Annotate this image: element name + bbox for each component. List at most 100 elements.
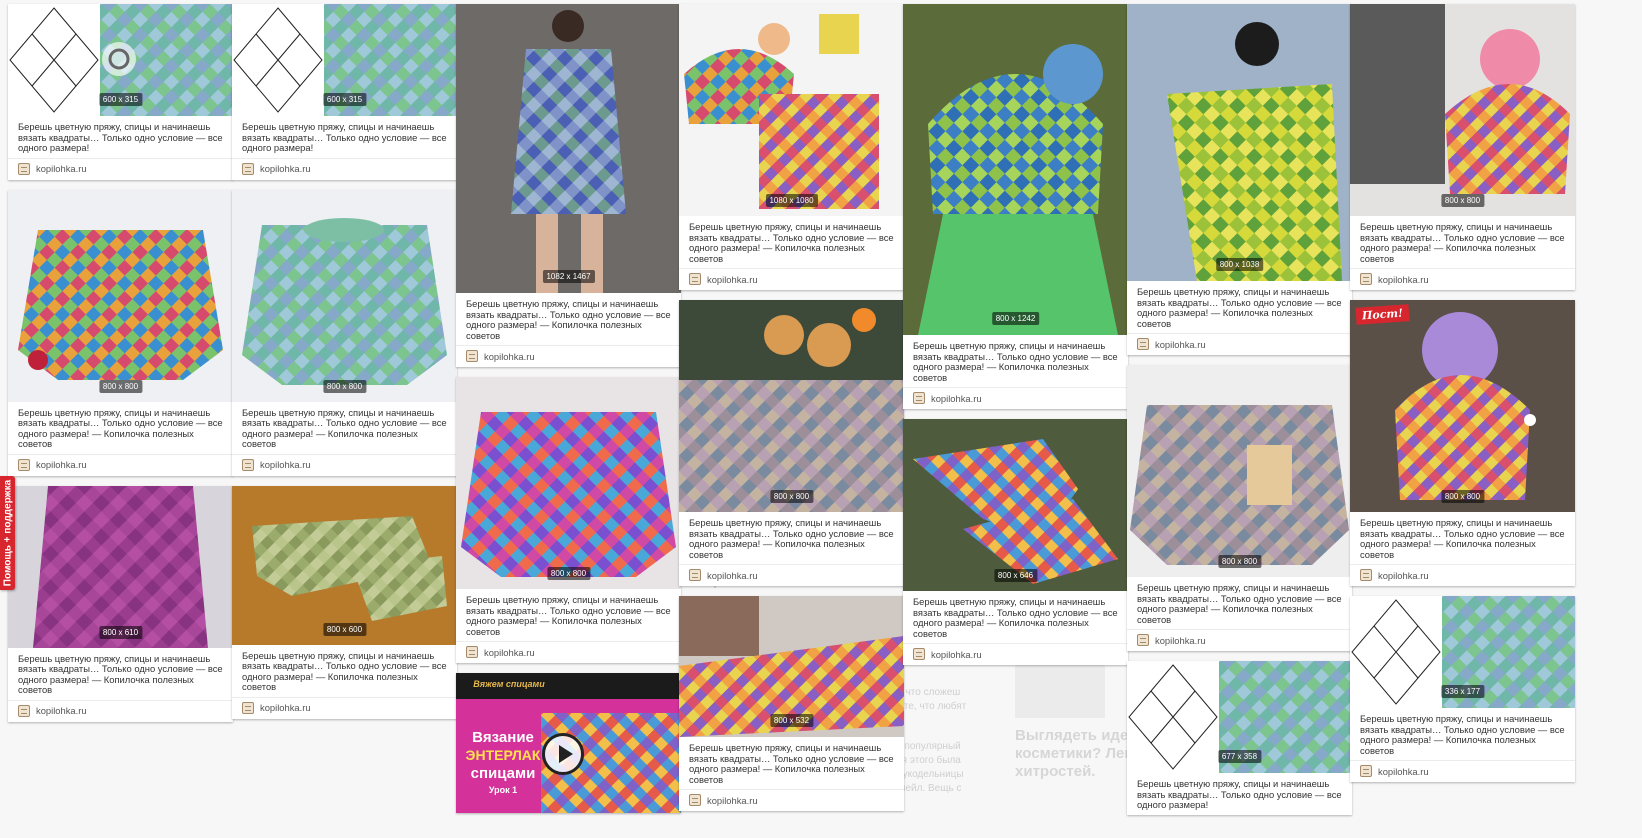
pin-source[interactable]: kopilohka.ru	[903, 643, 1128, 665]
pin-card[interactable]: Пост! 800 x 800 Берешь цветную пряжу, сп…	[1350, 300, 1575, 586]
pin-card[interactable]: 800 x 646 Берешь цветную пряжу, спицы и …	[903, 419, 1128, 665]
pin-card[interactable]: 800 x 800 Берешь цветную пряжу, спицы и …	[1127, 365, 1352, 651]
source-label: kopilohka.ru	[931, 648, 982, 660]
source-label: kopilohka.ru	[1378, 273, 1429, 285]
pin-source[interactable]: kopilohka.ru	[232, 696, 457, 719]
pin-source[interactable]: kopilohka.ru	[232, 157, 457, 180]
source-label: kopilohka.ru	[36, 459, 87, 470]
pin-caption[interactable]: Берешь цветную пряжу, спицы и начинаешь …	[1127, 281, 1352, 333]
pin-card[interactable]: 800 x 800 Берешь цветную пряжу, спицы и …	[456, 377, 681, 663]
pin-image[interactable]: 600 x 315	[8, 4, 233, 116]
pin-source[interactable]: kopilohka.ru	[8, 157, 233, 180]
pin-card[interactable]: 1080 x 1080 Берешь цветную пряжу, спицы …	[679, 4, 904, 290]
site-favicon-icon	[1137, 338, 1149, 350]
pin-image[interactable]: 800 x 610	[8, 485, 233, 648]
pin-caption[interactable]: Берешь цветную пряжу, спицы и начинаешь …	[1127, 773, 1352, 815]
pin-caption[interactable]: Берешь цветную пряжу, спицы и начинаешь …	[232, 402, 457, 454]
pin-image[interactable]: 1082 x 1467	[456, 4, 681, 293]
pin-caption[interactable]: Берешь цветную пряжу, спицы и начинаешь …	[8, 116, 233, 158]
pin-image[interactable]: 800 x 600	[232, 485, 457, 645]
pin-caption[interactable]: Берешь цветную пряжу, спицы и начинаешь …	[903, 335, 1128, 387]
blanket-image	[679, 300, 904, 512]
pin-card[interactable]: 600 x 315 Берешь цветную пряжу, спицы и …	[232, 4, 457, 180]
pin-card[interactable]: 800 x 600 Берешь цветную пряжу, спицы и …	[232, 485, 457, 719]
pin-source[interactable]: kopilohka.ru	[232, 453, 457, 476]
pin-caption[interactable]: Берешь цветную пряжу, спицы и начинаешь …	[8, 402, 233, 454]
pin-image[interactable]: 600 x 315	[232, 4, 457, 116]
pin-card[interactable]: 800 x 610 Берешь цветную пряжу, спицы и …	[8, 485, 233, 722]
pin-image[interactable]: 800 x 800	[232, 189, 457, 402]
pin-source[interactable]: kopilohka.ru	[456, 641, 681, 663]
pin-image[interactable]: 336 x 177	[1350, 596, 1575, 708]
pin-image[interactable]: 800 x 800	[8, 189, 233, 402]
image-size-badge: 800 x 532	[769, 714, 814, 727]
pin-card[interactable]: 800 x 1242 Берешь цветную пряжу, спицы и…	[903, 4, 1128, 409]
pin-caption[interactable]: Берешь цветную пряжу, спицы и начинаешь …	[232, 645, 457, 697]
pin-image[interactable]: 800 x 800	[1350, 4, 1575, 216]
pin-source[interactable]: kopilohka.ru	[679, 268, 904, 290]
pin-caption[interactable]: Берешь цветную пряжу, спицы и начинаешь …	[1350, 216, 1575, 268]
pin-image[interactable]: 800 x 532	[679, 596, 904, 737]
pin-caption[interactable]: Берешь цветную пряжу, спицы и начинаешь …	[1350, 708, 1575, 760]
pin-image[interactable]: 800 x 800	[679, 300, 904, 512]
pin-card[interactable]: 800 x 800 Берешь цветную пряжу, спицы и …	[8, 189, 233, 476]
help-support-tab[interactable]: Помощь + поддержка	[0, 476, 15, 590]
pin-source[interactable]: kopilohka.ru	[903, 387, 1128, 409]
source-label: kopilohka.ru	[707, 569, 758, 581]
pin-card[interactable]: 800 x 800 Берешь цветную пряжу, спицы и …	[679, 300, 904, 586]
pin-card[interactable]: 800 x 1038 Берешь цветную пряжу, спицы и…	[1127, 4, 1352, 355]
pin-image[interactable]: Вяжем спицами Вязание ЭНТЕРЛАК спицами У…	[456, 673, 681, 813]
pin-caption[interactable]: Берешь цветную пряжу, спицы и начинаешь …	[456, 293, 681, 345]
pin-image[interactable]: 800 x 646	[903, 419, 1128, 591]
pin-caption[interactable]: Берешь цветную пряжу, спицы и начинаешь …	[232, 116, 457, 158]
pin-source[interactable]: kopilohka.ru	[1350, 268, 1575, 290]
pin-source[interactable]: kopilohka.ru	[1127, 629, 1352, 651]
pin-card[interactable]: 800 x 532 Берешь цветную пряжу, спицы и …	[679, 596, 904, 811]
eye-icon[interactable]	[102, 42, 136, 76]
pin-source[interactable]: kopilohka.ru	[1350, 564, 1575, 586]
pin-card[interactable]: 800 x 800 Берешь цветную пряжу, спицы и …	[232, 189, 457, 476]
pin-caption[interactable]: Берешь цветную пряжу, спицы и начинаешь …	[679, 737, 904, 789]
image-size-badge: 800 x 800	[546, 567, 591, 580]
video-channel-title: Вяжем спицами	[473, 679, 545, 689]
pin-image[interactable]: 1080 x 1080	[679, 4, 904, 216]
pin-card[interactable]: Вяжем спицами Вязание ЭНТЕРЛАК спицами У…	[456, 673, 681, 813]
pin-source[interactable]: kopilohka.ru	[679, 789, 904, 811]
source-label: kopilohka.ru	[484, 350, 535, 362]
pin-caption[interactable]: Берешь цветную пряжу, спицы и начинаешь …	[1350, 512, 1575, 564]
pin-image[interactable]: 800 x 1242	[903, 4, 1128, 335]
pin-image[interactable]: 677 x 358	[1127, 661, 1352, 773]
pin-source[interactable]: kopilohka.ru	[8, 699, 233, 722]
pin-card[interactable]: 1082 x 1467 Берешь цветную пряжу, спицы …	[456, 4, 681, 367]
pin-image[interactable]: 800 x 800	[1127, 365, 1352, 577]
pin-column: 1080 x 1080 Берешь цветную пряжу, спицы …	[679, 4, 904, 821]
pin-caption[interactable]: Берешь цветную пряжу, спицы и начинаешь …	[1127, 577, 1352, 629]
pin-card[interactable]: 800 x 800 Берешь цветную пряжу, спицы и …	[1350, 4, 1575, 290]
pin-image[interactable]: 800 x 800	[456, 377, 681, 589]
image-size-badge: 600 x 315	[322, 93, 367, 106]
pin-card[interactable]: 336 x 177 Берешь цветную пряжу, спицы и …	[1350, 596, 1575, 782]
pin-caption[interactable]: Берешь цветную пряжу, спицы и начинаешь …	[456, 589, 681, 641]
source-label: kopilohka.ru	[1378, 569, 1429, 581]
image-size-badge: 800 x 610	[98, 625, 143, 639]
pin-caption[interactable]: Берешь цветную пряжу, спицы и начинаешь …	[679, 216, 904, 268]
pin-caption[interactable]: Берешь цветную пряжу, спицы и начинаешь …	[8, 648, 233, 700]
video-title: ЭНТЕРЛАК	[465, 747, 541, 763]
pin-source[interactable]: kopilohka.ru	[8, 453, 233, 476]
pin-source[interactable]: kopilohka.ru	[1350, 760, 1575, 782]
image-size-badge: 800 x 1038	[1215, 258, 1264, 271]
source-label: kopilohka.ru	[484, 646, 535, 658]
pin-source[interactable]: kopilohka.ru	[679, 564, 904, 586]
site-favicon-icon	[466, 350, 478, 362]
pin-image[interactable]: 800 x 1038	[1127, 4, 1352, 281]
pin-image[interactable]: Пост! 800 x 800	[1350, 300, 1575, 512]
pin-card[interactable]: 600 x 315 Берешь цветную пряжу, спицы и …	[8, 4, 233, 180]
play-icon[interactable]	[542, 733, 584, 775]
source-label: kopilohka.ru	[707, 794, 758, 806]
pin-caption[interactable]: Берешь цветную пряжу, спицы и начинаешь …	[903, 591, 1128, 643]
pin-card[interactable]: 677 x 358 Берешь цветную пряжу, спицы и …	[1127, 661, 1352, 815]
pin-source[interactable]: kopilohka.ru	[1127, 333, 1352, 355]
image-size-badge: 1082 x 1467	[542, 270, 595, 283]
pin-caption[interactable]: Берешь цветную пряжу, спицы и начинаешь …	[679, 512, 904, 564]
pin-source[interactable]: kopilohka.ru	[456, 345, 681, 367]
